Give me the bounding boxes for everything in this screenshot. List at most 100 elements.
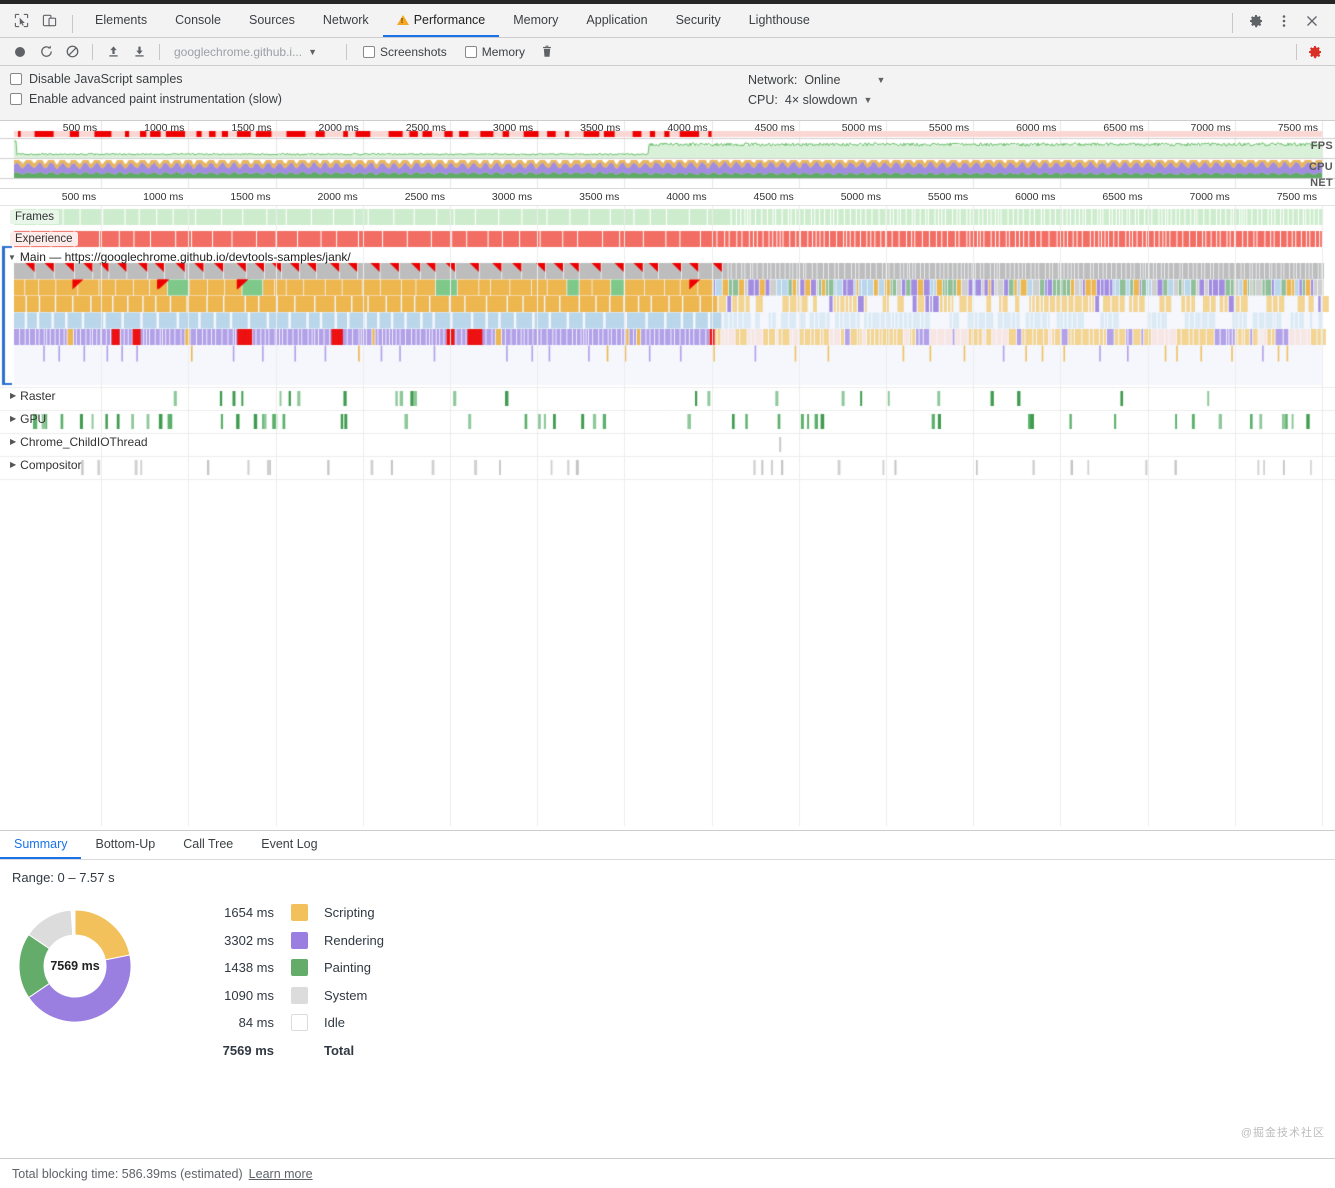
track-main[interactable]: ▼ Main — https://googlechrome.github.io/…	[0, 250, 1335, 267]
legend-row-scripting[interactable]: 1654 ms Scripting	[196, 899, 384, 927]
legend-row-idle[interactable]: 84 ms Idle	[196, 1009, 384, 1037]
timeline-overview[interactable]: 500 ms1000 ms1500 ms2000 ms2500 ms3000 m…	[0, 121, 1335, 189]
chevron-right-icon[interactable]: ▶	[10, 391, 16, 400]
warning-icon	[396, 14, 409, 25]
tab-network[interactable]: Network	[309, 4, 383, 37]
ruler-tick: 6500 ms	[1102, 191, 1143, 203]
reload-and-record-icon[interactable]	[34, 40, 58, 64]
tab-application[interactable]: Application	[572, 4, 661, 37]
checkbox-box	[10, 93, 22, 105]
main-flame-spacer	[0, 267, 1335, 384]
record-toolbar: googlechrome.github.i... ▼ Screenshots M…	[0, 38, 1335, 66]
checkbox-box	[464, 45, 477, 58]
donut-svg	[18, 909, 132, 1023]
more-vertical-icon[interactable]	[1271, 8, 1297, 34]
delete-icon[interactable]	[535, 40, 559, 64]
chevron-down-icon[interactable]: ▼	[8, 253, 16, 262]
track-frames[interactable]: Frames	[0, 206, 1335, 228]
legend-total-value: 7569 ms	[222, 1042, 274, 1058]
track-compositor-name: ▶ Compositor	[10, 453, 82, 476]
toolbar-divider-4	[1296, 43, 1297, 60]
activity-donut-chart[interactable]: 7569 ms	[8, 899, 158, 1064]
close-icon[interactable]	[1299, 8, 1325, 34]
track-gpu[interactable]: ▶ GPU	[0, 407, 1335, 430]
ruler-tick: 4000 ms	[666, 191, 707, 203]
legend-label: System	[324, 987, 368, 1003]
track-raster[interactable]: ▶ Raster	[0, 384, 1335, 407]
memory-checkbox[interactable]: Memory	[457, 45, 533, 59]
clear-icon[interactable]	[60, 40, 84, 64]
track-childiothread-name: ▶ Chrome_ChildIOThread	[10, 430, 148, 453]
chevron-down-icon: ▼	[876, 75, 886, 85]
legend-label: Scripting	[324, 905, 375, 921]
tab-label: Network	[322, 12, 369, 27]
advanced-paint-checkbox[interactable]: Enable advanced paint instrumentation (s…	[10, 92, 282, 106]
chevron-right-icon[interactable]: ▶	[10, 437, 16, 446]
watermark: @掘金技术社区	[1240, 1127, 1325, 1139]
network-select[interactable]: Online ▼	[804, 73, 885, 87]
ruler-tick: 5000 ms	[840, 191, 881, 203]
track-label: Frames	[10, 210, 59, 224]
tab-performance[interactable]: Performance	[382, 4, 500, 37]
chevron-right-icon[interactable]: ▶	[10, 460, 16, 469]
tab-summary[interactable]: Summary	[0, 831, 82, 859]
disable-js-samples-checkbox[interactable]: Disable JavaScript samples	[10, 72, 282, 86]
tab-label: Application	[586, 12, 648, 27]
ruler-tick: 5500 ms	[927, 191, 969, 203]
timeline-tracks[interactable]: 500 ms 1000 ms 1500 ms 2000 ms 2500 ms 3000 m…	[0, 189, 1335, 830]
cpu-band-label: CPU	[1308, 161, 1333, 173]
tabbar-right-divider	[1232, 12, 1233, 33]
screenshots-checkbox[interactable]: Screenshots	[355, 45, 455, 59]
cpu-select[interactable]: 4× slowdown ▼	[785, 93, 873, 107]
legend-swatch-idle	[291, 1014, 308, 1032]
ruler-tick: 500 ms	[61, 191, 97, 203]
toolbar-divider	[92, 43, 93, 60]
legend-label: Painting	[324, 960, 371, 976]
capture-settings-icon[interactable]	[1303, 40, 1327, 64]
memory-label: Memory	[481, 44, 526, 59]
tab-lighthouse[interactable]: Lighthouse	[735, 4, 824, 37]
tab-label: Console	[175, 12, 221, 27]
recording-selector[interactable]: googlechrome.github.i... ▼	[168, 45, 338, 59]
track-compositor[interactable]: ▶ Compositor	[0, 453, 1335, 476]
tab-elements[interactable]: Elements	[81, 4, 161, 37]
timeline-ruler: 500 ms 1000 ms 1500 ms 2000 ms 2500 ms 3000 m…	[0, 189, 1335, 206]
range-label: Range: 0 – 7.57 s	[12, 870, 115, 885]
capture-settings-panel: Disable JavaScript samples Enable advanc…	[0, 66, 1335, 121]
tab-console[interactable]: Console	[161, 4, 235, 37]
tab-call-tree[interactable]: Call Tree	[169, 831, 247, 859]
donut-slice-scripting[interactable]	[74, 909, 131, 961]
record-icon[interactable]	[8, 40, 32, 64]
tab-memory[interactable]: Memory	[499, 4, 572, 37]
tab-event-log[interactable]: Event Log	[247, 831, 331, 859]
legend-row-total: 7569 ms Total	[196, 1037, 384, 1065]
chevron-right-icon[interactable]: ▶	[10, 414, 16, 423]
tab-security[interactable]: Security	[662, 4, 735, 37]
tab-label: Event Log	[261, 837, 318, 851]
ruler-tick: 3000 ms	[491, 191, 533, 203]
device-toolbar-icon[interactable]	[36, 8, 62, 34]
legend-row-painting[interactable]: 1438 ms Painting	[196, 954, 384, 982]
track-raster-name: ▶ Raster	[10, 384, 56, 407]
tab-bottom-up[interactable]: Bottom-Up	[81, 831, 169, 859]
gear-icon[interactable]	[1243, 8, 1269, 34]
tab-sources[interactable]: Sources	[235, 4, 309, 37]
disable-js-samples-label: Disable JavaScript samples	[29, 72, 183, 86]
tabbar-right-icons	[1230, 0, 1335, 37]
track-experience[interactable]: Experience	[0, 228, 1335, 250]
tab-label: Memory	[513, 12, 559, 27]
inspect-element-icon[interactable]	[8, 8, 34, 34]
legend-row-system[interactable]: 1090 ms System	[196, 982, 384, 1010]
cpu-label: CPU:	[748, 93, 778, 107]
track-childiothread[interactable]: ▶ Chrome_ChildIOThread	[0, 430, 1335, 453]
learn-more-link[interactable]: Learn more	[249, 1167, 313, 1181]
chevron-down-icon: ▼	[863, 95, 873, 105]
legend-value: 1438 ms	[224, 960, 274, 976]
save-profile-icon[interactable]	[127, 40, 151, 64]
track-main-name: ▼ Main — https://googlechrome.github.io/…	[8, 250, 351, 264]
legend-value: 84 ms	[238, 1015, 274, 1031]
legend-row-rendering[interactable]: 3302 ms Rendering	[196, 927, 384, 955]
load-profile-icon[interactable]	[101, 40, 125, 64]
track-label: Raster	[20, 388, 56, 403]
net-band-label: NET	[1310, 177, 1333, 189]
